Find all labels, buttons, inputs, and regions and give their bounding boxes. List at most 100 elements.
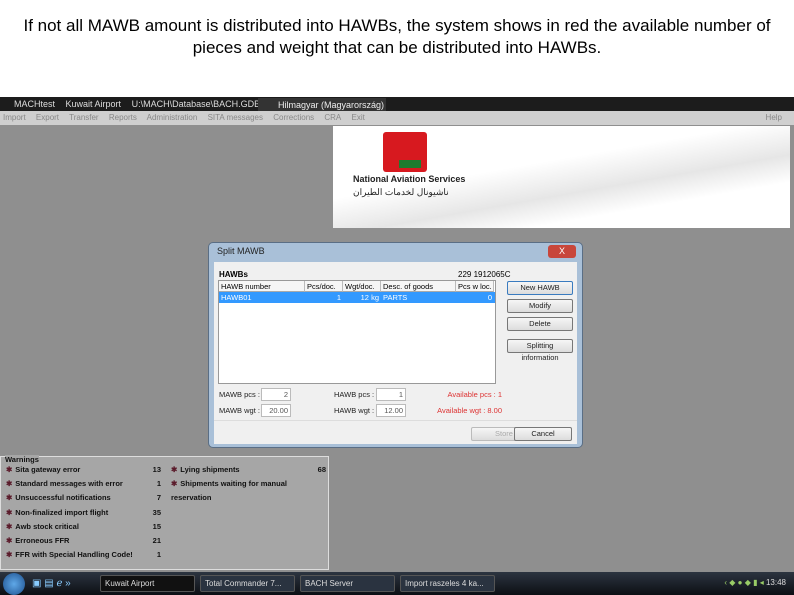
menu-exit[interactable]: Exit: [352, 113, 365, 122]
warning-label: Shipments waiting for manual reservation: [171, 479, 287, 503]
cell-hawb-number: HAWB01: [221, 293, 252, 302]
warning-count: 1: [156, 479, 161, 489]
bullet-icon: ✱: [6, 521, 13, 531]
list-header: HAWB number Pcs/doc. Wgt/doc. Desc. of g…: [219, 281, 495, 292]
dialog-footer: Store Cancel: [214, 420, 577, 444]
cancel-button[interactable]: Cancel: [514, 427, 572, 441]
hawb-pcs-label: HAWB pcs :: [334, 390, 375, 399]
menu-sita-messages[interactable]: SITA messages: [208, 113, 263, 122]
cell-pcs: 1: [336, 293, 341, 302]
col-wgt-doc[interactable]: Wgt/doc.: [343, 281, 381, 292]
task-bach-server[interactable]: BACH Server: [300, 575, 395, 592]
warning-count: 13: [152, 465, 161, 474]
warning-count: 35: [152, 507, 161, 517]
warning-label: Standard messages with error: [15, 479, 123, 489]
task-total-commander[interactable]: Total Commander 7...: [200, 575, 295, 592]
delete-button[interactable]: Delete: [507, 317, 573, 331]
warning-item[interactable]: ✱ Sita gateway error 13: [6, 463, 161, 477]
logo-arabic: ناشيونال لخدمات الطيران: [353, 187, 449, 197]
menu-administration[interactable]: Administration: [147, 113, 198, 122]
col-hawb-number[interactable]: HAWB number: [219, 281, 305, 292]
database-path: U:\MACH\Database\BACH.GDB: [131, 99, 261, 109]
menu-import[interactable]: Import: [3, 113, 26, 122]
bullet-icon: ✱: [171, 465, 178, 474]
warning-item[interactable]: ✱ Shipments waiting for manual reservatio…: [171, 477, 326, 502]
bullet-icon: ✱: [6, 465, 13, 474]
warning-label: FFR with Special Handling Code!: [15, 550, 133, 560]
task-import[interactable]: Import raszeles 4 ka...: [400, 575, 495, 592]
warning-count: 21: [152, 536, 161, 545]
user-name: Hilmagyar (Magyarország): [278, 100, 385, 110]
cell-wgt: 12 kg: [360, 293, 379, 302]
splitting-information-button[interactable]: Splitting information: [507, 339, 573, 362]
airport-name: Kuwait Airport: [65, 99, 122, 109]
menu-help[interactable]: Help: [766, 111, 782, 125]
warning-item[interactable]: ✱ Erroneous FFR 21: [6, 534, 161, 548]
modify-button[interactable]: Modify: [507, 299, 573, 313]
warning-label: Awb stock critical: [15, 521, 79, 531]
mawb-wgt-label: MAWB wgt :: [219, 406, 260, 415]
available-pcs: Available pcs : 1: [447, 390, 502, 399]
hawb-list[interactable]: HAWB number Pcs/doc. Wgt/doc. Desc. of g…: [218, 280, 496, 384]
task-kuwait-airport[interactable]: Kuwait Airport: [100, 575, 195, 592]
warning-count: 1: [156, 550, 161, 560]
mawb-wgt-field[interactable]: 20.00: [261, 404, 291, 417]
col-pcs-w-loc[interactable]: Pcs w loc.: [456, 281, 494, 292]
warning-count: 68: [317, 465, 326, 474]
system-tray: ‹ ◆ ● ◆ ▮ ◂ 13:48: [724, 578, 786, 587]
user-language-box[interactable]: Hilmagyar (Magyarország) ?: [258, 98, 386, 124]
bullet-icon: ✱: [6, 507, 13, 517]
menu-reports[interactable]: Reports: [109, 113, 137, 122]
menu-cra[interactable]: CRA: [324, 113, 341, 122]
new-hawb-button[interactable]: New HAWB: [507, 281, 573, 295]
bullet-icon: ✱: [6, 479, 13, 489]
close-button[interactable]: X: [548, 245, 576, 258]
quick-launch-icons[interactable]: ▣ ▤ ℯ »: [32, 578, 71, 589]
app-name: MACHtest: [14, 99, 56, 109]
cell-desc: PARTS: [383, 293, 408, 302]
hawb-wgt-label: HAWB wgt :: [334, 406, 375, 415]
warning-item[interactable]: ✱ FFR with Special Handling Code! 1: [6, 548, 161, 562]
menu-export[interactable]: Export: [36, 113, 59, 122]
mawb-pcs-label: MAWB pcs :: [219, 390, 260, 399]
menu-bar: Import Export Transfer Reports Administr…: [0, 111, 794, 125]
warning-item[interactable]: ✱ Standard messages with error 1: [6, 477, 161, 491]
bullet-icon: ✱: [6, 550, 13, 560]
slide-caption: If not all MAWB amount is distributed in…: [23, 16, 771, 57]
col-pcs-doc[interactable]: Pcs/doc.: [305, 281, 343, 292]
bullet-icon: ✱: [6, 536, 13, 545]
warning-label: Unsuccessful notifications: [15, 493, 111, 503]
menu-transfer[interactable]: Transfer: [69, 113, 99, 122]
dialog-title: Split MAWB: [217, 246, 265, 256]
menu-corrections[interactable]: Corrections: [273, 113, 314, 122]
warning-count: 15: [152, 521, 161, 531]
available-wgt: Available wgt : 8.00: [437, 406, 502, 415]
warnings-panel: Warnings ✱ Sita gateway error 13 ✱ Standard …: [0, 455, 329, 570]
warning-label: Erroneous FFR: [15, 536, 70, 545]
warning-label: Lying shipments: [180, 465, 240, 474]
clock: 13:48: [765, 578, 786, 587]
app-title-bar: MACHtest Kuwait Airport U:\MACH\Database…: [0, 97, 794, 111]
nas-logo-icon: [383, 132, 427, 172]
split-mawb-dialog: Split MAWB X HAWBs 229 1912065C HAWB num…: [208, 242, 583, 448]
start-button[interactable]: [3, 573, 25, 595]
company-logo-panel: National Aviation Services ناشيونال لخدم…: [333, 126, 790, 228]
logo-name: National Aviation Services: [353, 174, 466, 184]
bullet-icon: ✱: [6, 493, 13, 503]
taskbar: ▣ ▤ ℯ » Kuwait Airport Total Commander 7…: [0, 572, 794, 595]
hawbs-heading: HAWBs: [219, 270, 248, 279]
cell-pcs-loc: 0: [487, 293, 492, 302]
mawb-number: 229 1912065C: [458, 270, 511, 279]
warning-item[interactable]: ✱ Unsuccessful notifications 7: [6, 491, 161, 505]
col-desc-goods[interactable]: Desc. of goods: [381, 281, 456, 292]
warning-item[interactable]: ✱ Non-finalized import flight 35: [6, 506, 161, 520]
mawb-pcs-field[interactable]: 2: [261, 388, 291, 401]
warning-label: Sita gateway error: [15, 465, 81, 474]
warning-label: Non-finalized import flight: [15, 507, 109, 517]
warning-item[interactable]: ✱ Lying shipments 68: [171, 463, 326, 477]
warning-count: 7: [156, 493, 161, 503]
bullet-icon: ✱: [171, 479, 178, 489]
tray-icons[interactable]: ‹ ◆ ● ◆ ▮ ◂: [724, 578, 766, 587]
warning-item[interactable]: ✱ Awb stock critical 15: [6, 520, 161, 534]
table-row[interactable]: HAWB01 1 12 kg PARTS 0: [219, 292, 495, 303]
